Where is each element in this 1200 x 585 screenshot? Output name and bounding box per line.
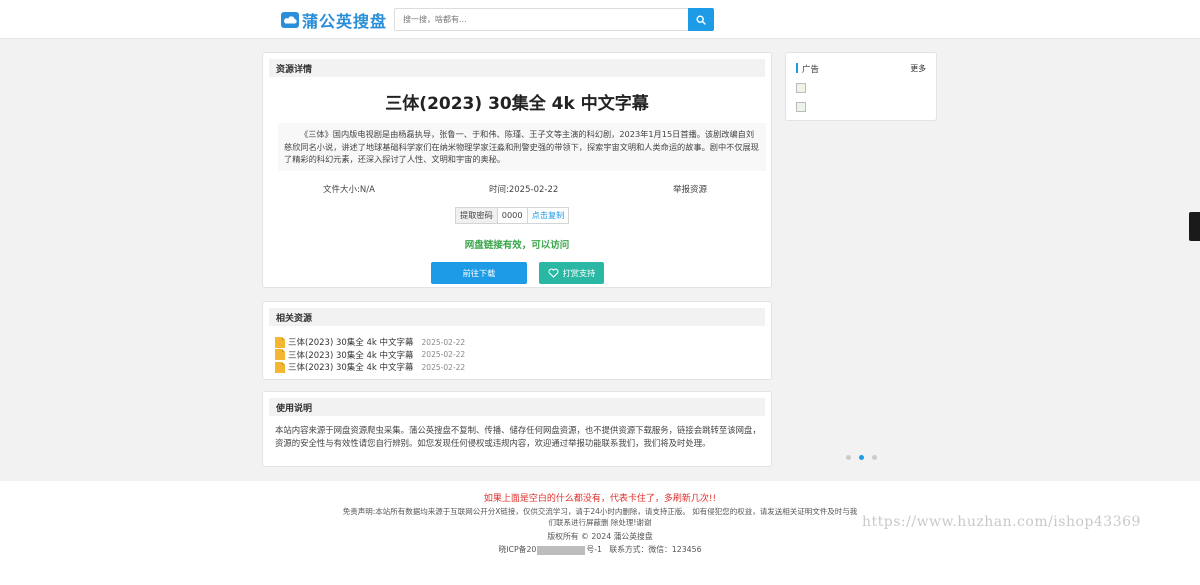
- usage-text: 本站内容来源于网盘资源爬虫采集。蒲公英搜盘不复制、传播、储存任何网盘资源，也不提…: [275, 425, 761, 448]
- cloud-icon: [281, 12, 299, 28]
- related-date: 2025-02-22: [421, 350, 466, 360]
- footer: 如果上面是空白的什么都没有，代表卡住了，多刷新几次!! 免责声明:本站所有数据均…: [0, 481, 1200, 585]
- ad-more-link[interactable]: 更多: [910, 63, 926, 74]
- carousel-dots: [846, 455, 885, 460]
- ad-title: 广告: [802, 65, 820, 75]
- related-title: 三体(2023) 30集全 4k 中文字幕: [288, 350, 414, 361]
- contact-info: 联系方式：微信：123456: [609, 545, 702, 554]
- search-input[interactable]: [395, 9, 689, 30]
- download-button-label: 前往下载: [462, 268, 496, 278]
- report-link[interactable]: 举报资源: [673, 183, 707, 195]
- icp-suffix: 号-1: [586, 545, 602, 554]
- related-list: 三体(2023) 30集全 4k 中文字幕 2025-02-22 三体(2023…: [275, 336, 465, 374]
- section-header: 使用说明: [269, 398, 765, 416]
- extract-code-box: 提取密码 0000 点击复制: [455, 207, 570, 224]
- related-title: 三体(2023) 30集全 4k 中文字幕: [288, 338, 414, 349]
- top-bar: 蒲公英搜盘: [0, 0, 1200, 39]
- search-button[interactable]: [688, 8, 714, 31]
- list-item[interactable]: 三体(2023) 30集全 4k 中文字幕 2025-02-22: [275, 361, 465, 374]
- logo-text: 蒲公英搜盘: [302, 12, 388, 31]
- file-icon: [275, 336, 285, 348]
- section-header: 相关资源: [269, 308, 765, 326]
- usage-instructions-card: 使用说明 本站内容来源于网盘资源爬虫采集。蒲公英搜盘不复制、传播、储存任何网盘资…: [262, 391, 772, 467]
- section-title: 使用说明: [276, 404, 313, 414]
- support-button-label: 打赏支持: [562, 268, 596, 278]
- publish-time: 时间:2025-02-22: [489, 185, 559, 195]
- related-date: 2025-02-22: [421, 337, 466, 347]
- site-logo[interactable]: 蒲公英搜盘: [281, 9, 387, 31]
- refresh-warning: 如果上面是空白的什么都没有，代表卡住了，多刷新几次!!: [483, 494, 717, 504]
- redaction-mask: [537, 545, 586, 555]
- related-title: 三体(2023) 30集全 4k 中文字幕: [288, 363, 414, 374]
- ad-panel: 广告 更多: [785, 52, 937, 121]
- download-button[interactable]: 前往下载: [431, 262, 527, 284]
- related-date: 2025-02-22: [421, 362, 466, 372]
- heart-icon: [548, 268, 559, 278]
- file-icon: [275, 361, 285, 373]
- watermark: https://www.huzhan.com/ishop43369: [862, 514, 1141, 530]
- ad-accent-bar: [796, 63, 798, 73]
- resource-description: 《三体》国内版电视剧是由杨磊执导，张鲁一、于和伟、陈瑾、王子文等主演的科幻剧，2…: [278, 123, 766, 171]
- carousel-dot-active[interactable]: [859, 455, 864, 460]
- file-icon: [275, 349, 285, 361]
- copy-code-button[interactable]: 点击复制: [528, 208, 569, 223]
- section-title: 资源详情: [276, 65, 313, 75]
- icp-line: 晓ICP备20 号-1 联系方式：微信：123456: [0, 544, 1200, 555]
- broken-image-icon[interactable]: [796, 102, 806, 112]
- disclaimer: 免责声明:本站所有数据均来源于互联网公开分X链接，仅供交流学习，请于24小时内删…: [342, 507, 858, 527]
- extract-code-label: 提取密码: [456, 208, 498, 223]
- extract-code-value: 0000: [498, 208, 528, 223]
- resource-title: 三体(2023) 30集全 4k 中文字幕: [385, 94, 649, 114]
- carousel-dot[interactable]: [846, 455, 851, 460]
- section-header: 资源详情: [269, 59, 765, 77]
- file-size: 文件大小:N/A: [323, 185, 375, 195]
- list-item[interactable]: 三体(2023) 30集全 4k 中文字幕 2025-02-22: [275, 336, 465, 349]
- link-status: 网盘链接有效，可以访问: [464, 240, 570, 251]
- list-item[interactable]: 三体(2023) 30集全 4k 中文字幕 2025-02-22: [275, 349, 465, 362]
- broken-image-icon[interactable]: [796, 83, 806, 93]
- related-resources-card: 相关资源 三体(2023) 30集全 4k 中文字幕 2025-02-22 三体…: [262, 301, 772, 380]
- search-icon: [696, 14, 706, 25]
- icp-prefix: 晓ICP备20: [498, 545, 537, 554]
- support-button[interactable]: 打赏支持: [539, 262, 604, 284]
- section-title: 相关资源: [276, 314, 313, 324]
- copyright: 版权所有 © 2024 蒲公英搜盘: [547, 532, 653, 541]
- side-float-tab[interactable]: [1189, 212, 1200, 241]
- search-box: [394, 8, 714, 31]
- carousel-dot[interactable]: [872, 455, 877, 460]
- resource-detail-card: 资源详情 三体(2023) 30集全 4k 中文字幕 《三体》国内版电视剧是由杨…: [262, 52, 772, 288]
